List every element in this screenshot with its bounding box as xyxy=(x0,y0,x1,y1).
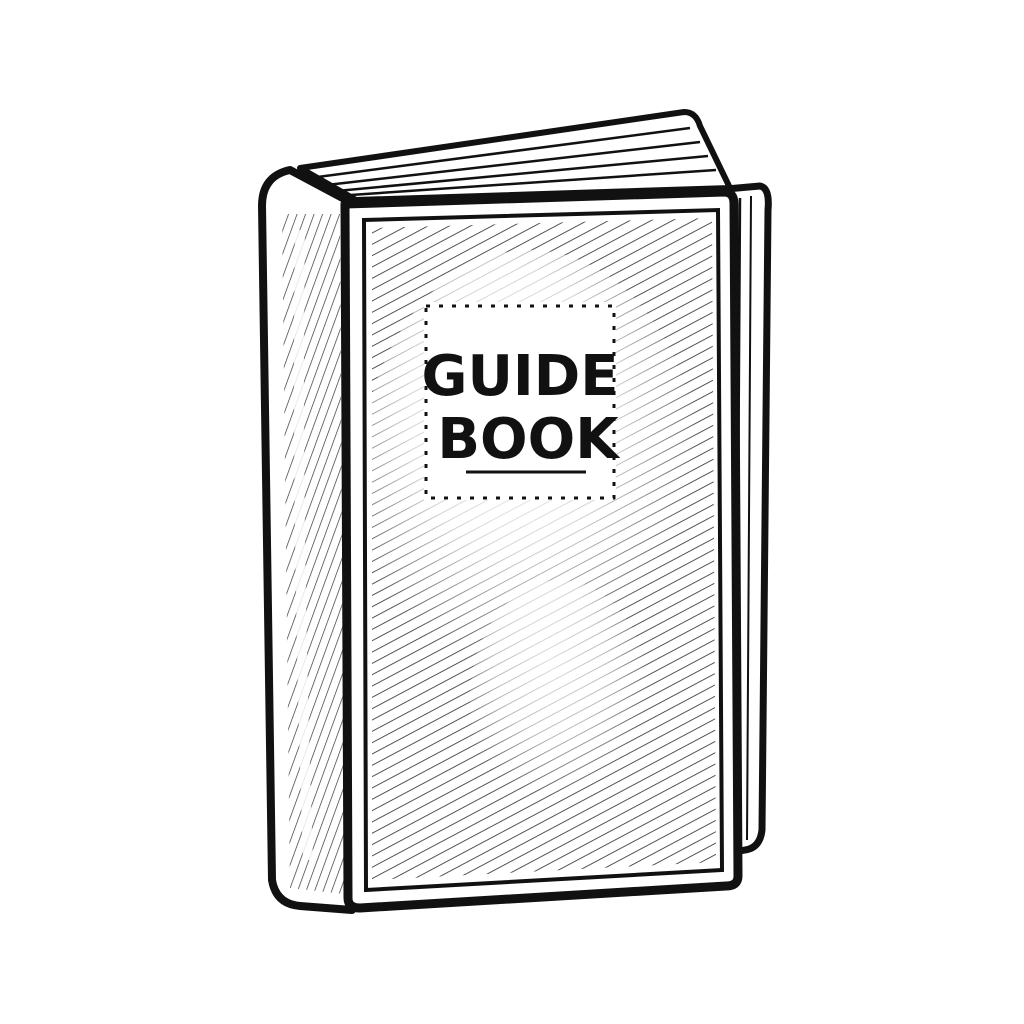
cover-label: GUIDE BOOK xyxy=(421,302,621,500)
cover-title-line1: GUIDE xyxy=(421,344,618,409)
book-spine xyxy=(258,166,356,914)
guide-book-illustration: GUIDE BOOK xyxy=(258,109,772,914)
illustration-canvas: GUIDE BOOK xyxy=(0,0,1024,1024)
cover-title-line2: BOOK xyxy=(437,407,621,472)
front-cover xyxy=(340,187,743,913)
top-pages xyxy=(297,109,733,203)
